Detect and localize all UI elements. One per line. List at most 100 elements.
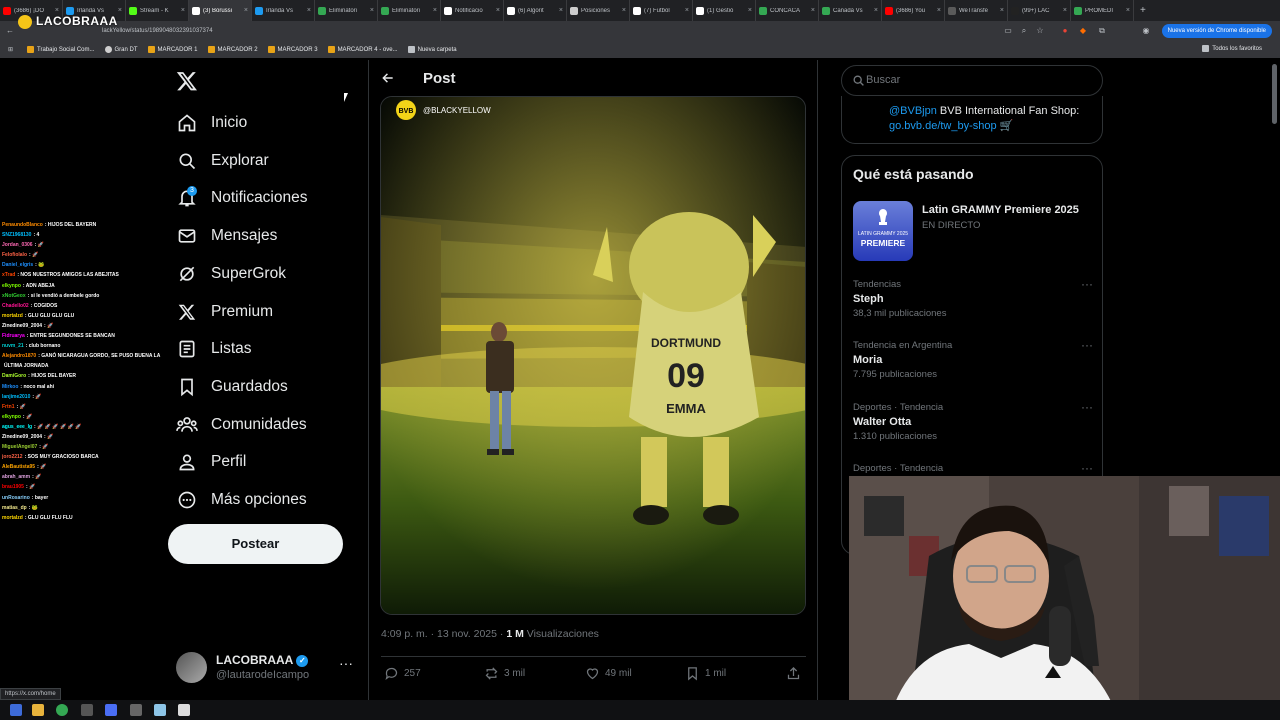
nav-item-inicio[interactable]: Inicio (176, 108, 247, 138)
trend-item[interactable]: Tendencia en Argentina Moria 7.795 publi… (853, 338, 1093, 390)
more-icon[interactable]: ··· (1081, 277, 1093, 291)
more-icon[interactable]: ··· (1081, 338, 1093, 352)
close-icon[interactable]: × (1000, 7, 1004, 14)
trend-item[interactable]: Deportes · Tendencia Walter Otta 1.310 p… (853, 400, 1093, 452)
share-button[interactable] (786, 666, 806, 681)
browser-tab[interactable]: Posiciones × (567, 0, 630, 21)
browser-tab[interactable]: (1) Gestió × (693, 0, 756, 21)
nav-item-guardados[interactable]: Guardados (176, 372, 288, 402)
close-icon[interactable]: × (622, 7, 626, 14)
post-media-image[interactable]: DORTMUND 09 EMMA BVB @BLACKYELLOW (380, 96, 806, 615)
browser-tab[interactable]: WeTransfe × (945, 0, 1008, 21)
close-icon[interactable]: × (181, 7, 185, 14)
browser-tab[interactable]: (3686) You × (882, 0, 945, 21)
page-scrollbar[interactable] (1272, 64, 1277, 124)
apps-icon[interactable]: ⊞ (8, 46, 13, 53)
browser-tab[interactable]: (99+) LAC × (1008, 0, 1071, 21)
close-icon[interactable]: × (874, 7, 878, 14)
nav-item-premium[interactable]: Premium (176, 297, 273, 327)
extension-red-icon[interactable]: ● (1060, 26, 1070, 36)
post-timestamp[interactable]: 4:09 p. m. · 13 nov. 2025 · (381, 628, 503, 640)
nav-item-perfil[interactable]: Perfil (176, 447, 246, 477)
close-icon[interactable]: × (496, 7, 500, 14)
close-icon[interactable]: × (937, 7, 941, 14)
extensions-icon[interactable]: ⧉ (1097, 26, 1107, 36)
all-bookmarks[interactable]: Todos los favoritos (1202, 45, 1262, 52)
x-logo-icon[interactable] (176, 70, 198, 92)
chrome-icon[interactable] (56, 704, 68, 716)
close-icon[interactable]: × (1126, 7, 1130, 14)
browser-tab[interactable]: PROMEDI × (1071, 0, 1134, 21)
more-icon[interactable]: ··· (339, 655, 353, 671)
trend-item[interactable]: Tendencias Steph 38,3 mil publicaciones … (853, 277, 1093, 329)
browser-tab[interactable]: Notificacio × (441, 0, 504, 21)
new-tab-icon[interactable]: + (1140, 5, 1146, 16)
more-icon[interactable]: ··· (1081, 461, 1093, 475)
browser-tab[interactable]: Irlanda Vs × (252, 0, 315, 21)
close-icon[interactable]: × (370, 7, 374, 14)
chrome-update-button[interactable]: Nueva versión de Chrome disponible (1161, 24, 1272, 38)
bookmark-item[interactable]: MARCADOR 1 (147, 46, 198, 53)
folder-icon (327, 46, 335, 53)
browser-tab[interactable]: Eliminatori × (378, 0, 441, 21)
close-icon[interactable]: × (307, 7, 311, 14)
nav-item-notificaciones[interactable]: 3 Notificaciones (176, 183, 308, 213)
nav-item-mensajes[interactable]: Mensajes (176, 221, 277, 251)
bookmark-button[interactable]: 1 mil (685, 666, 726, 681)
app-icon[interactable] (154, 704, 166, 716)
close-icon[interactable]: × (1063, 7, 1067, 14)
nav-item-supergrok[interactable]: SuperGrok (176, 259, 286, 289)
obs-icon[interactable] (130, 704, 142, 716)
close-icon[interactable]: × (118, 7, 122, 14)
close-icon[interactable]: × (55, 7, 59, 14)
post-button[interactable]: Postear (168, 524, 343, 564)
bookmark-item[interactable]: MARCADOR 3 (267, 46, 318, 53)
browser-tab[interactable]: CONCACA × (756, 0, 819, 21)
close-icon[interactable]: × (685, 7, 689, 14)
like-button[interactable]: 49 mil (585, 666, 632, 681)
nav-item-explorar[interactable]: Explorar (176, 146, 269, 176)
live-title: Latin GRAMMY Premiere 2025 (922, 204, 1079, 216)
nav-item-comunidades[interactable]: Comunidades (176, 410, 307, 440)
search-input[interactable]: Buscar (841, 65, 1103, 96)
bookmark-item[interactable]: Gran DT (104, 46, 138, 53)
profile-icon[interactable]: ◉ (1141, 26, 1151, 36)
browser-tab[interactable]: (7) Futbol × (630, 0, 693, 21)
account-switcher[interactable]: LACOBRAAA ✓ @lautarodeIcampo ··· (176, 650, 356, 686)
back-icon[interactable]: ← (5, 26, 15, 36)
more-icon[interactable]: ··· (1081, 400, 1093, 414)
close-icon[interactable]: × (433, 7, 437, 14)
browser-tab[interactable]: Eliminatori × (315, 0, 378, 21)
reply-button[interactable]: 257 (384, 666, 421, 681)
close-icon[interactable]: × (811, 7, 815, 14)
bookmark-item[interactable]: MARCADOR 4 - ove... (327, 46, 398, 53)
file-explorer-icon[interactable] (32, 704, 44, 716)
close-icon[interactable]: × (244, 7, 248, 14)
start-icon[interactable] (10, 704, 22, 716)
nav-item-listas[interactable]: Listas (176, 334, 252, 364)
repost-button[interactable]: 3 mil (484, 666, 525, 681)
bookmark-item[interactable]: Nueva carpeta (407, 46, 457, 53)
zoom-icon[interactable]: ⌕ (1019, 26, 1029, 36)
url-text[interactable]: lackYellow/status/1989048032391037374 (102, 28, 213, 34)
bookmark-item[interactable]: Trabajo Social Com... (27, 46, 95, 53)
nav-item-mas-opciones[interactable]: Más opciones (176, 485, 307, 515)
discord-icon[interactable] (105, 704, 117, 716)
app-icon[interactable] (81, 704, 93, 716)
bvbjpn-link[interactable]: @BVBjpn (889, 105, 937, 117)
back-arrow-icon[interactable] (381, 71, 395, 88)
star-icon[interactable]: ☆ (1035, 26, 1045, 36)
browser-tab[interactable]: (6) Algorit × (504, 0, 567, 21)
screen-cast-icon[interactable]: ▭ (1003, 26, 1013, 36)
app-icon[interactable] (178, 704, 190, 716)
shop-link[interactable]: go.bvb.de/tw_by-shop (889, 120, 997, 132)
extension-orange-icon[interactable]: ◆ (1078, 26, 1088, 36)
live-event-card[interactable]: LATIN GRAMMY 2025 PREMIERE Latin GRAMMY … (853, 201, 1093, 261)
browser-tab[interactable]: Canadá Vs × (819, 0, 882, 21)
browser-tab[interactable]: Stream - K × (126, 0, 189, 21)
address-bar[interactable]: ← lackYellow/status/1989048032391037374 … (0, 21, 1280, 41)
bookmark-item[interactable]: MARCADOR 2 (207, 46, 258, 53)
browser-tab[interactable]: (3) Borussi × (189, 0, 252, 21)
close-icon[interactable]: × (559, 7, 563, 14)
close-icon[interactable]: × (748, 7, 752, 14)
